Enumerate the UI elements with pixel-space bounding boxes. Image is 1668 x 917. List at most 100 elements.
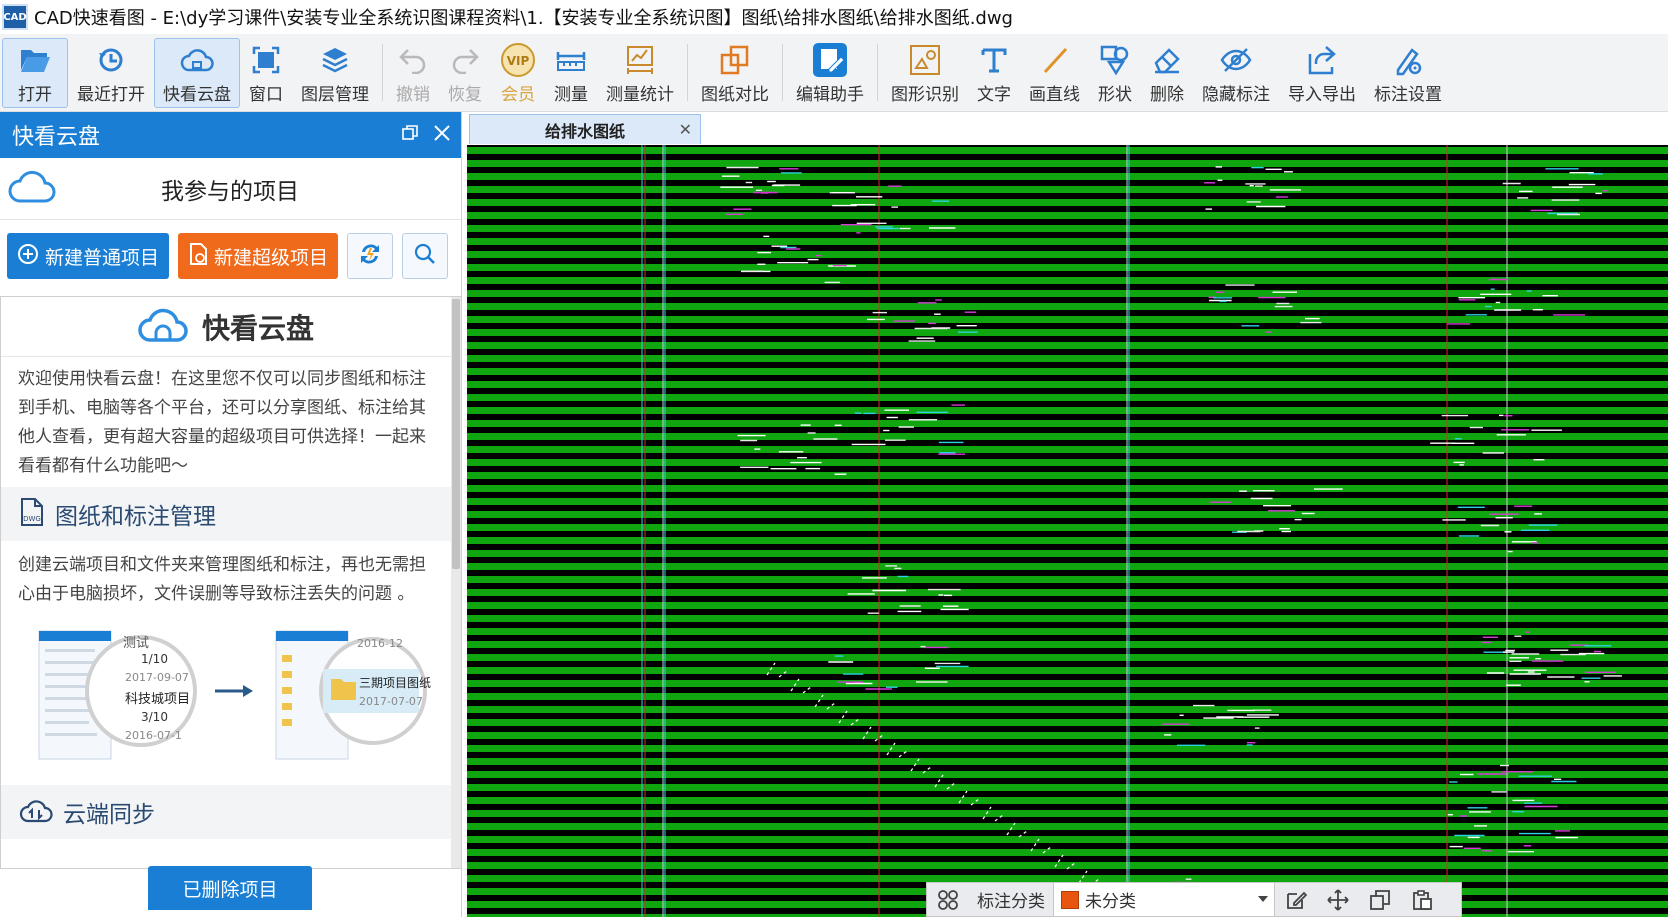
category-select[interactable]: 未分类 — [1053, 883, 1275, 916]
delete-button[interactable]: 删除 — [1141, 38, 1193, 108]
edit-assistant-button[interactable]: 编辑助手 — [787, 38, 873, 108]
cad-drawing-canvas[interactable] — [467, 145, 1668, 917]
section-drawing-desc: 创建云端项目和文件夹来管理图纸和标注，再也无需担心由于电脑损坏，文件误删等导致标… — [18, 555, 426, 604]
cloud-icon — [180, 42, 214, 78]
paste-icon[interactable] — [1401, 883, 1443, 916]
scrollbar-thumb[interactable] — [452, 299, 460, 569]
tab-close-icon[interactable]: ✕ — [679, 120, 692, 139]
eraser-icon — [1151, 42, 1183, 78]
recent-button[interactable]: 最近打开 — [68, 38, 154, 108]
shapes-icon — [1099, 42, 1131, 78]
svg-text:2017-09-07: 2017-09-07 — [125, 671, 189, 684]
stats-icon — [624, 42, 656, 78]
open-button[interactable]: 打开 — [2, 38, 68, 108]
toolbar-divider — [687, 44, 688, 101]
layers-button[interactable]: 图层管理 — [292, 38, 378, 108]
cloud-panel: 快看云盘 我参与的项目 新建普通项目 新建超级项目 快看云盘 欢迎使用快看云盘！… — [0, 112, 462, 917]
intro-text: 欢迎使用快看云盘！在这里您不仅可以同步图纸和标注到手机、电脑等各个平台，还可以分… — [18, 369, 426, 476]
shape-recognize-button[interactable]: 图形识别 — [882, 38, 968, 108]
window-title: CAD快速看图 - E:\dy学习课件\安装专业全系统识图课程资料\1.【安装专… — [34, 8, 1013, 29]
cad-edit-icon — [812, 42, 848, 78]
app-logo-icon: CAD — [2, 4, 28, 30]
section-cloud-sync: 云端同步 — [1, 785, 451, 839]
chevron-down-icon — [1258, 896, 1268, 902]
shape-button[interactable]: 形状 — [1089, 38, 1141, 108]
document-tab-bar: 给排水图纸 ✕ — [466, 112, 1668, 144]
eye-off-icon — [1220, 42, 1252, 78]
history-icon — [96, 42, 126, 78]
pen-settings-icon — [1392, 42, 1424, 78]
mark-category-bar: 标注分类 未分类 — [926, 882, 1462, 917]
shape-recognize-icon — [909, 42, 941, 78]
ruler-icon — [555, 42, 587, 78]
line-icon — [1040, 42, 1070, 78]
section-drawing-management: DWG 图纸和标注管理 — [1, 487, 451, 541]
compare-icon — [719, 42, 751, 78]
restore-icon[interactable] — [401, 124, 419, 146]
svg-text:2016-07-1: 2016-07-1 — [125, 729, 182, 742]
redo-icon — [450, 42, 480, 78]
vip-badge-icon: VIP — [500, 42, 536, 78]
category-color-swatch — [1061, 890, 1079, 909]
cloud-intro-content[interactable]: 快看云盘 欢迎使用快看云盘！在这里您不仅可以同步图纸和标注到手机、电脑等各个平台… — [0, 296, 462, 869]
import-export-button[interactable]: 导入导出 — [1279, 38, 1365, 108]
sync-button[interactable] — [347, 233, 394, 279]
category-value: 未分类 — [1085, 892, 1136, 912]
compare-button[interactable]: 图纸对比 — [692, 38, 778, 108]
search-button[interactable] — [402, 233, 449, 279]
brand-header: 快看云盘 — [1, 297, 451, 357]
copy-icon[interactable] — [1359, 883, 1401, 916]
toolbar-divider — [782, 44, 783, 101]
share-icon — [1306, 42, 1338, 78]
text-icon — [979, 42, 1009, 78]
close-icon[interactable] — [433, 124, 451, 146]
move-icon[interactable] — [1317, 883, 1359, 916]
svg-text:科技城项目: 科技城项目 — [125, 692, 190, 707]
layers-icon — [320, 42, 350, 78]
toolbar-divider — [382, 44, 383, 101]
svg-text:3/10: 3/10 — [141, 710, 168, 724]
panel-scrollbar[interactable] — [451, 297, 461, 868]
title-bar: CAD CAD快速看图 - E:\dy学习课件\安装专业全系统识图课程资料\1.… — [0, 0, 1668, 34]
svg-text:DWG: DWG — [23, 515, 41, 523]
window-button[interactable]: 窗口 — [240, 38, 292, 108]
panel-header: 快看云盘 — [0, 112, 461, 158]
vip-button[interactable]: VIP 会员 — [491, 38, 545, 108]
mark-settings-button[interactable]: 标注设置 — [1365, 38, 1451, 108]
grid-icon[interactable] — [927, 883, 969, 916]
svg-text:VIP: VIP — [507, 54, 530, 68]
draw-line-button[interactable]: 画直线 — [1020, 38, 1089, 108]
toolbar-divider — [877, 44, 878, 101]
panel-title: 快看云盘 — [12, 125, 101, 150]
svg-text:2017-07-07: 2017-07-07 — [359, 695, 423, 708]
tab-drawing[interactable]: 给排水图纸 ✕ — [469, 114, 701, 144]
search-icon — [413, 242, 437, 270]
main-toolbar: 打开 最近打开 快看云盘 窗口 图层管理 撤销 恢复 VIP 会员 测量 测量统… — [0, 34, 1668, 112]
redo-button[interactable]: 恢复 — [439, 38, 491, 108]
undo-button[interactable]: 撤销 — [387, 38, 439, 108]
folder-open-icon — [19, 42, 51, 78]
window-icon — [252, 42, 280, 78]
deleted-projects-button[interactable]: 已删除项目 — [148, 866, 312, 910]
sync-icon — [356, 240, 384, 272]
hide-marks-button[interactable]: 隐藏标注 — [1193, 38, 1279, 108]
cad-drawing — [467, 145, 1668, 917]
new-document-icon — [188, 242, 208, 271]
cloud-sync-icon — [19, 796, 53, 828]
svg-text:2016-12: 2016-12 — [357, 637, 403, 650]
feature-illustration: 测试 1/10 2017-09-07 科技城项目 3/10 2016-07-1 … — [1, 615, 451, 785]
category-label: 标注分类 — [977, 892, 1045, 912]
cloud-logo-icon — [138, 306, 188, 348]
edit-mark-icon[interactable] — [1275, 883, 1317, 916]
cloud-button[interactable]: 快看云盘 — [154, 38, 240, 108]
plus-circle-icon — [17, 243, 39, 270]
svg-text:1/10: 1/10 — [141, 652, 168, 666]
brand-name: 快看云盘 — [201, 311, 314, 345]
project-actions: 新建普通项目 新建超级项目 — [0, 220, 461, 292]
measure-stats-button[interactable]: 测量统计 — [597, 38, 683, 108]
new-super-project-button[interactable]: 新建超级项目 — [178, 233, 339, 279]
measure-button[interactable]: 测量 — [545, 38, 597, 108]
new-normal-project-button[interactable]: 新建普通项目 — [7, 233, 170, 279]
svg-text:测试: 测试 — [123, 636, 149, 651]
text-button[interactable]: 文字 — [968, 38, 1020, 108]
